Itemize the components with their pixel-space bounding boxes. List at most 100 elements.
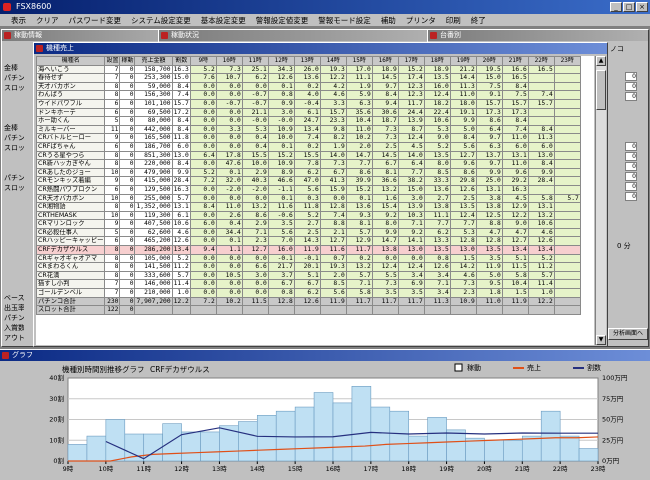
table-row[interactable]: CR天才バカボン 10 0 255,000 5.7 0.0 0.0 0.0 0.1 0.3 0.0 0… xyxy=(36,193,581,204)
table-row[interactable]: CRTHEMASK 10 0 119,300 6.1 0.0 2.6 8.6 -0.6 5.2 7.… xyxy=(36,210,581,221)
table-row[interactable]: 天才バカボン 8 0 59,000 8.4 0.0 0.0 0.0 0.1 0.2 4.2 1.9 9.… xyxy=(36,81,581,92)
table-row[interactable]: CR花満 8 0 333,600 5.7 0.0 10.5 3.0 3.7 5.1 2.0 5.7 5.… xyxy=(36,270,581,281)
kadou-bar xyxy=(427,417,447,462)
table-cell: 29.8 xyxy=(449,176,477,186)
table-cell: 7.1 xyxy=(423,279,451,290)
col-header-10[interactable]: 14時 xyxy=(319,56,347,66)
table-row[interactable]: ホー助くん 5 0 80,000 8.4 0.0 0.0 -0.0 -0.0 24.7 23.3 10… xyxy=(36,116,581,126)
table-cell: 11.7 xyxy=(397,296,425,307)
scroll-thumb[interactable] xyxy=(596,70,606,110)
col-header-4[interactable]: 割数 xyxy=(171,56,191,66)
table-row[interactable]: ミルキーバー 11 0 442,000 8.4 0.0 3.3 5.3 10.9 13.4 9.8 1… xyxy=(36,124,581,135)
kadou-bar xyxy=(294,406,315,462)
table-row[interactable]: 猫すし小判 7 0 146,000 11.4 0.0 0.0 0.0 6.7 6.7 8.5 7.1 7… xyxy=(36,279,581,290)
table-cell: 0.0 xyxy=(189,210,217,221)
legend-swatch-kadou xyxy=(454,363,463,372)
col-header-2[interactable]: 稼動 xyxy=(119,56,136,66)
window-kadou-status-title[interactable]: 稼動状況 xyxy=(159,30,431,41)
analysis-button[interactable]: 分析画面へ xyxy=(608,328,648,340)
scroll-down-button[interactable]: ▼ xyxy=(596,335,606,345)
table-row[interactable]: スロット合計 122 0 xyxy=(36,305,581,315)
app-icon xyxy=(3,3,11,11)
menu-item-7[interactable]: 補助 xyxy=(376,14,401,26)
menu-item-1[interactable]: クリア xyxy=(31,14,64,26)
col-header-12[interactable]: 16時 xyxy=(371,56,399,66)
scroll-up-button[interactable]: ▲ xyxy=(596,56,606,66)
table-row[interactable]: CR必殺仕事人 5 0 62,600 4.6 0.0 34.4 7.1 5.6 2.5 2.1 5.7… xyxy=(36,227,581,238)
table-cell: 9.9 xyxy=(449,116,477,126)
maximize-button[interactable]: □ xyxy=(623,2,635,12)
table-row[interactable]: CR新ハッカぎやん 8 0 220,000 8.4 0.0 47.6 10.0 10.9 7.8 7… xyxy=(36,159,581,169)
col-header-6[interactable]: 10時 xyxy=(215,56,243,66)
table-row[interactable]: ウイドパワフル 6 0 101,100 15.7 0.0 -0.7 -0.7 0.9 -0.4 3.… xyxy=(36,98,581,109)
col-header-13[interactable]: 17時 xyxy=(397,56,425,66)
menu-item-9[interactable]: 印刷 xyxy=(441,14,466,26)
col-header-17[interactable]: 21時 xyxy=(501,56,529,66)
window-graph-title[interactable]: グラフ xyxy=(0,350,650,361)
table-row[interactable]: CRモンキッズ着編 9 0 415,000 28.4 7.2 32.0 40.3 46.6 47.… xyxy=(36,176,581,186)
table-row[interactable]: 海へいこう 7 0 158,700 16.3 5.2 7.3 25.1 34.3 26.0 19.3… xyxy=(36,64,581,75)
table-cell: 0.0 xyxy=(189,107,217,118)
minimize-button[interactable]: _ xyxy=(610,2,622,12)
table-row[interactable]: ゴールデンベル 7 0 210,000 1.0 0.0 0.0 0.0 0.8 6.2 5.6 5.8… xyxy=(36,288,581,298)
menu-item-10[interactable]: 終了 xyxy=(466,14,491,26)
col-header-7[interactable]: 11時 xyxy=(241,56,269,66)
window-daiban-title[interactable]: 台番別 xyxy=(428,30,648,41)
col-header-16[interactable]: 20時 xyxy=(475,56,503,66)
right-value-6: 0 xyxy=(625,172,637,181)
table-row[interactable]: CRあしたのジョー 10 0 479,900 9.9 5.2 0.1 2.9 8.9 6.2 6.7… xyxy=(36,167,581,178)
menu-item-5[interactable]: 警報設定値変更 xyxy=(251,14,314,26)
table-row[interactable]: パチンコ合計 230 0 7,907,200 12.2 7.2 10.2 11.5 12.8 12… xyxy=(36,296,581,307)
col-header-5[interactable]: 9時 xyxy=(189,56,217,66)
window-kishu-uriage-title[interactable]: 機種売上 xyxy=(34,43,607,54)
table-row[interactable]: 春待せず 7 0 253,300 15.0 7.6 10.7 6.2 12.6 13.6 12.2 1… xyxy=(36,73,581,83)
window-kadou-info-title[interactable]: 稼動情報 xyxy=(2,30,182,41)
col-header-15[interactable]: 19時 xyxy=(449,56,477,66)
table-cell: 5.8 xyxy=(501,270,529,281)
close-button[interactable]: × xyxy=(636,2,648,12)
right-value-5: 0 xyxy=(625,162,637,171)
table-cell: 16.5 xyxy=(527,64,555,75)
left-label-9: 出玉率 xyxy=(4,304,24,312)
table-row[interactable]: わんぱう 8 0 156,300 7.4 0.0 0.0 -0.7 0.8 4.0 4.6 5.9 8.… xyxy=(36,90,581,100)
col-header-9[interactable]: 13時 xyxy=(293,56,321,66)
table-cell: 0 xyxy=(119,176,136,186)
machine-name-cell: CRバトルヒーロー xyxy=(36,133,106,143)
menu-item-8[interactable]: プリンタ xyxy=(401,14,441,26)
menu-item-6[interactable]: 警報モード設定 xyxy=(313,14,376,26)
table-cell: 0 xyxy=(119,236,136,247)
right-axis-tick: 75万円 xyxy=(602,395,623,403)
col-header-14[interactable]: 18時 xyxy=(423,56,451,66)
col-header-1[interactable]: 設置 xyxy=(104,56,121,66)
table-cell: 0.0 xyxy=(215,141,243,152)
table-row[interactable]: CRFぱちゃん 6 0 186,700 6.0 0.0 0.0 0.4 0.1 0.2 1.9 2.0… xyxy=(36,141,581,152)
table-row[interactable]: CRギャオギャオアマ 8 0 105,000 5.2 0.0 0.0 0.0 -0.1 -0.1 0… xyxy=(36,253,581,264)
legend-label: 割数 xyxy=(587,363,601,372)
table-row[interactable]: CRまわるくん 8 0 141,500 11.2 0.0 0.0 6.6 21.7 20.1 19.… xyxy=(36,262,581,272)
col-header-0[interactable]: 機種名 xyxy=(36,56,106,66)
table-row[interactable]: CRマリンロック 9 0 407,500 10.6 6.0 0.4 2.9 3.5 2.7 8.8 8… xyxy=(36,219,581,229)
table-cell: 21.2 xyxy=(449,64,477,75)
table-row[interactable]: CRバトルヒーロー 9 0 165,500 11.8 0.0 0.0 0.4 10.0 7.4 8.… xyxy=(36,133,581,143)
machine-name-cell: CRTHEMASK xyxy=(36,210,106,221)
table-row[interactable]: CRうる星やつら 8 0 851,300 13.0 6.4 17.8 15.5 15.2 15.5… xyxy=(36,150,581,161)
table-row[interactable]: ドンキホーテ 6 0 69,500 17.2 0.0 0.0 21.1 3.0 6.1 15.7 35… xyxy=(36,107,581,118)
col-header-18[interactable]: 22時 xyxy=(527,56,555,66)
table-scrollbar[interactable]: ▲ ▼ xyxy=(595,56,606,345)
col-header-19[interactable]: 23時 xyxy=(553,56,581,66)
table-row[interactable]: CR熱闘パワプロクン 6 0 129,500 16.3 0.0 -2.0 -2.0 -1.1 5.… xyxy=(36,184,581,195)
table-row[interactable]: CRハッピーキャッピー 6 0 465,200 12.6 0.0 0.1 2.3 7.0 14.3… xyxy=(36,236,581,247)
col-header-11[interactable]: 15時 xyxy=(345,56,373,66)
table-row[interactable]: CR湘物語 8 0 1,352,000 13.1 8.4 11.0 13.2 11.6 11.8 1… xyxy=(36,202,581,212)
menu-item-0[interactable]: 表示 xyxy=(6,14,31,26)
menu-item-4[interactable]: 基本設定変更 xyxy=(196,14,251,26)
col-header-8[interactable]: 12時 xyxy=(267,56,295,66)
table-cell: 4.7 xyxy=(475,227,503,238)
table-cell: 13.0 xyxy=(171,150,191,161)
col-header-3[interactable]: 売上金額 xyxy=(134,56,173,66)
window-kishu-uriage[interactable]: 機種売上 機種名 設置 稼動 売上金額 割数 9時 10時 11時 12時 13時 14時 15時 16… xyxy=(33,42,608,347)
menu-item-2[interactable]: パスワード変更 xyxy=(64,14,127,26)
table-row[interactable]: CRFデカザウルス 8 0 286,200 13.4 9.4 1.1 12.7 16.0 11.9… xyxy=(36,245,581,255)
menu-item-3[interactable]: システム設定変更 xyxy=(126,14,196,26)
table-cell xyxy=(241,305,269,315)
